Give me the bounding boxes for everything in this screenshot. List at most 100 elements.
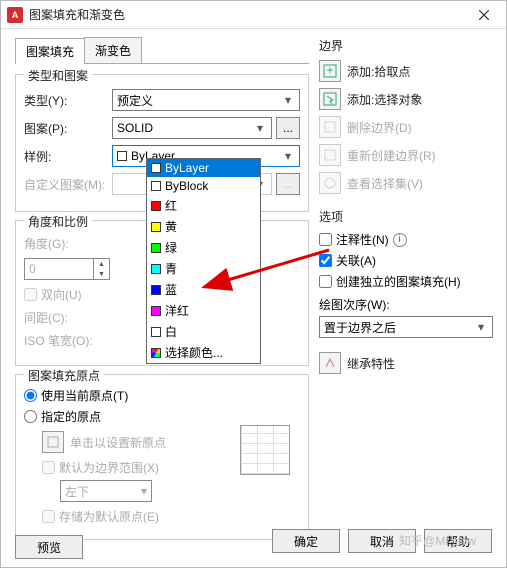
- app-icon: A: [7, 7, 23, 23]
- color-option[interactable]: 红: [147, 195, 260, 216]
- titlebar: A 图案填充和渐变色: [1, 1, 506, 29]
- chevron-down-icon: ▾: [281, 149, 295, 163]
- group-origin: 图案填充原点 使用当前原点(T) 指定的原点 单击以设置新原点 默认为边界范围(…: [15, 374, 309, 540]
- type-combo[interactable]: 预定义▾: [112, 89, 300, 111]
- recreate-boundary-icon: [319, 144, 341, 166]
- color-option[interactable]: 白: [147, 321, 260, 342]
- inherit-section: 继承特性: [319, 352, 493, 374]
- view-selection-label: 查看选择集(V): [347, 175, 423, 192]
- color-option-label: 洋红: [165, 302, 189, 319]
- set-origin-button: [42, 431, 64, 453]
- color-option-label: 黄: [165, 218, 177, 235]
- annotative-label: 注释性(N): [336, 231, 389, 248]
- watermark: 知乎@Mr.slow: [399, 532, 476, 549]
- color-option-label: 选择颜色...: [165, 344, 223, 361]
- color-option-label: ByLayer: [165, 161, 209, 175]
- associative-label: 关联(A): [336, 252, 376, 269]
- default-bound-checkbox: [42, 461, 55, 474]
- double-checkbox[interactable]: [24, 288, 37, 301]
- inherit-label[interactable]: 继承特性: [347, 355, 395, 372]
- color-dropdown[interactable]: ByLayer ByBlock 红黄绿青蓝洋红白选择颜色...: [146, 158, 261, 364]
- add-select-label[interactable]: 添加:选择对象: [347, 91, 422, 108]
- boundary-title: 边界: [319, 37, 493, 54]
- click-set-label: 单击以设置新原点: [70, 434, 166, 451]
- default-bound-label: 默认为边界范围(X): [59, 459, 159, 476]
- delete-boundary-icon: [319, 116, 341, 138]
- color-swatch-icon: [151, 243, 161, 253]
- color-option-label: 青: [165, 260, 177, 277]
- color-option[interactable]: 青: [147, 258, 260, 279]
- color-option-label: 蓝: [165, 281, 177, 298]
- color-swatch-icon: [151, 306, 161, 316]
- specified-label: 指定的原点: [41, 408, 101, 425]
- color-swatch-icon: [151, 222, 161, 232]
- draw-order-combo[interactable]: 置于边界之后▾: [319, 316, 493, 338]
- custom-browse-button: ...: [276, 173, 300, 195]
- color-option[interactable]: ByBlock: [147, 177, 260, 195]
- color-option-label: 白: [165, 323, 177, 340]
- color-swatch-icon: [151, 181, 161, 191]
- color-swatch-icon: [151, 264, 161, 274]
- associative-checkbox[interactable]: [319, 254, 332, 267]
- dialog-window: A 图案填充和渐变色 图案填充 渐变色 类型和图案 类型(Y): 预定义▾ 图案…: [0, 0, 507, 568]
- ok-button[interactable]: 确定: [272, 529, 340, 553]
- group-title: 类型和图案: [24, 67, 92, 84]
- inherit-icon[interactable]: [319, 352, 341, 374]
- close-button[interactable]: [468, 3, 500, 27]
- tab-gradient[interactable]: 渐变色: [84, 37, 142, 63]
- color-swatch-icon: [151, 163, 161, 173]
- color-swatch-icon: [151, 201, 161, 211]
- color-option-label: ByBlock: [165, 179, 208, 193]
- color-option-label: 红: [165, 197, 177, 214]
- chevron-down-icon: ▾: [474, 320, 488, 334]
- specified-radio[interactable]: [24, 410, 37, 423]
- spacing-label: 间距(C):: [24, 309, 112, 326]
- tab-hatch[interactable]: 图案填充: [15, 38, 85, 64]
- color-option-label: 绿: [165, 239, 177, 256]
- info-icon[interactable]: i: [393, 233, 407, 247]
- angle-input[interactable]: 0: [24, 258, 94, 280]
- tab-bar: 图案填充 渐变色: [15, 37, 309, 64]
- angle-spinner[interactable]: ▲▼: [94, 258, 110, 280]
- color-option[interactable]: 黄: [147, 216, 260, 237]
- color-swatch-icon: [151, 327, 161, 337]
- delete-boundary-label: 删除边界(D): [347, 119, 412, 136]
- color-option[interactable]: 选择颜色...: [147, 342, 260, 363]
- add-pick-label[interactable]: 添加:拾取点: [347, 63, 410, 80]
- recreate-boundary-label: 重新创建边界(R): [347, 147, 436, 164]
- add-select-icon[interactable]: [319, 88, 341, 110]
- group-title: 角度和比例: [24, 213, 92, 230]
- use-current-label: 使用当前原点(T): [41, 387, 128, 404]
- options-title: 选项: [319, 208, 493, 225]
- svg-text:+: +: [326, 64, 333, 77]
- independent-label: 创建独立的图案填充(H): [336, 273, 461, 290]
- color-swatch-icon: [151, 285, 161, 295]
- store-default-checkbox: [42, 510, 55, 523]
- pattern-browse-button[interactable]: ...: [276, 117, 300, 139]
- chevron-down-icon: ▾: [253, 121, 267, 135]
- type-label: 类型(Y):: [24, 92, 112, 109]
- independent-checkbox[interactable]: [319, 275, 332, 288]
- custom-pattern-label: 自定义图案(M):: [24, 176, 112, 193]
- color-wheel-icon: [151, 348, 161, 358]
- origin-position-combo: 左下▾: [60, 480, 152, 502]
- annotative-checkbox[interactable]: [319, 233, 332, 246]
- color-option[interactable]: 绿: [147, 237, 260, 258]
- use-current-radio[interactable]: [24, 389, 37, 402]
- color-option[interactable]: 洋红: [147, 300, 260, 321]
- chevron-down-icon: ▾: [281, 93, 295, 107]
- angle-label: 角度(G):: [24, 235, 112, 252]
- sample-label: 样例:: [24, 148, 112, 165]
- color-option[interactable]: 蓝: [147, 279, 260, 300]
- boundary-section: 边界 + 添加:拾取点 添加:选择对象 删除边界(D) 重新创建边界(R) 查看选…: [319, 37, 493, 194]
- hatch-preview-swatch: [240, 425, 290, 475]
- iso-label: ISO 笔宽(O):: [24, 332, 112, 349]
- add-pick-icon[interactable]: +: [319, 60, 341, 82]
- color-option[interactable]: ByLayer: [147, 159, 260, 177]
- pattern-combo[interactable]: SOLID▾: [112, 117, 272, 139]
- double-label: 双向(U): [41, 286, 82, 303]
- group-title: 图案填充原点: [24, 367, 104, 384]
- options-section: 选项 注释性(N) i 关联(A) 创建独立的图案填充(H) 绘图次序(W): 置…: [319, 208, 493, 338]
- draw-order-label: 绘图次序(W):: [319, 296, 493, 313]
- window-title: 图案填充和渐变色: [29, 6, 468, 23]
